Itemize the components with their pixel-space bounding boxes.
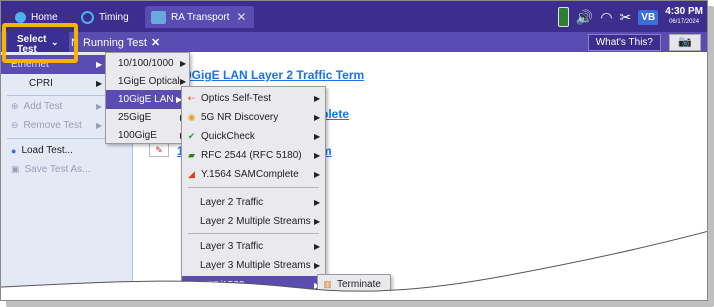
highlight-box — [2, 23, 78, 63]
app-window: Home Timing RA Transport ✕ 🔊 ◠ ✂ VB 4:30… — [0, 0, 708, 301]
torn-edge — [1, 231, 707, 300]
